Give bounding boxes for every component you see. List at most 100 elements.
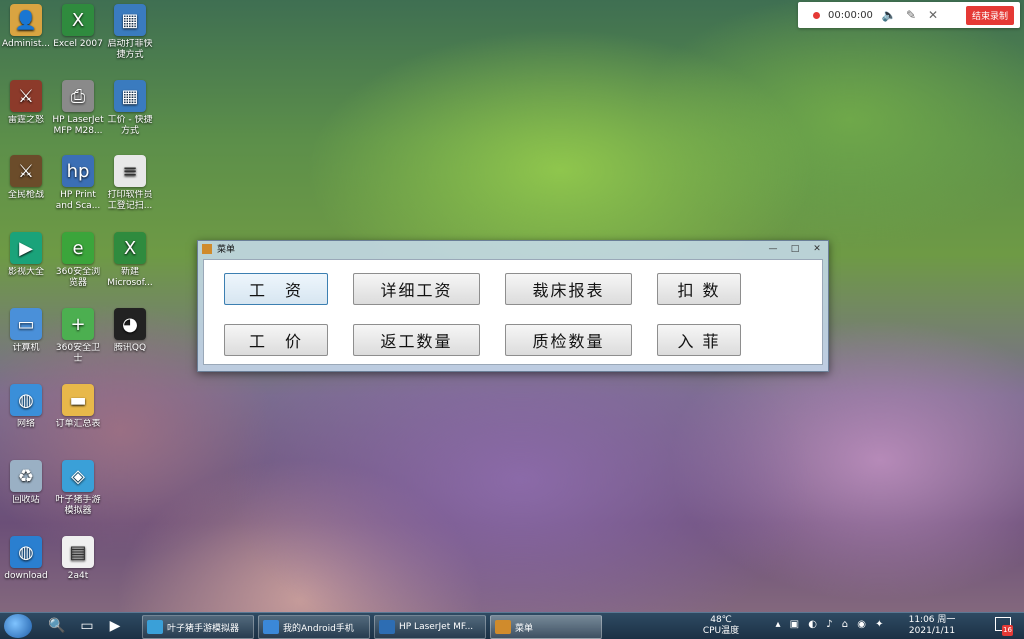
emulator-icon [147,620,163,634]
desktop-shortcut[interactable]: hp HP Print and Sca... [52,155,104,212]
desktop-shortcut-label: 启动打菲快捷方式 [107,39,153,60]
desktop-shortcut-label: 2a4t [67,571,89,581]
desktop-shortcut-label: Excel 2007 [53,39,103,49]
printer-icon: ⎙ [62,80,94,112]
screen-recorder-bar: 00:00:00 🔈 ✎ ✕ 结束录制 [798,2,1020,28]
notification-icon[interactable]: 16 [990,617,1016,636]
cutting-report-button[interactable]: 裁床报表 [505,273,632,305]
taskbar-item-label: 我的Android手机 [283,623,354,634]
file-icon: ▤ [62,536,94,568]
start-button[interactable] [4,614,32,638]
unit-price-button[interactable]: 工 价 [224,324,328,356]
wage-detail-button[interactable]: 详细工资 [353,273,480,305]
media-player-icon[interactable]: ▶ [104,616,126,636]
document-icon: ≡ [114,155,146,187]
clock[interactable]: 11:06 周一 2021/1/11 [904,615,960,637]
desktop-shortcut[interactable]: +360安全卫士 [52,308,104,365]
excel-doc-icon: X [114,232,146,264]
desktop-shortcut[interactable]: ⚔ 全民枪战 [0,155,52,201]
app-window-icon [495,620,511,634]
window-titlebar[interactable]: 菜单 — □ ✕ [198,241,828,256]
globe-icon: ◍ [10,536,42,568]
deduction-button[interactable]: 扣 数 [657,273,741,305]
clock-date: 2021/1/11 [908,626,956,636]
desktop-shortcut-label: 计算机 [12,343,40,353]
close-icon[interactable]: ✕ [922,8,944,22]
hp-icon [379,620,395,634]
qc-quantity-button[interactable]: 质检数量 [505,324,632,356]
desktop-shortcut[interactable]: ◍ download [0,536,52,582]
desktop-shortcut[interactable]: ♻ 回收站 [0,460,52,506]
temperature-label: CPU温度 [702,626,740,636]
app-icon [202,243,212,254]
rework-quantity-button[interactable]: 返工数量 [353,324,480,356]
desktop-shortcut-label: download [4,571,48,581]
close-window-icon[interactable]: ✕ [806,244,828,254]
cpu-temperature: 48℃ CPU温度 [698,615,744,637]
system-tray-icons[interactable]: ▴ ▣ ◐ ♪ ⌂ ◉ ✦ [766,619,896,630]
ticket-entry-button[interactable]: 入 菲 [657,324,741,356]
desktop-shortcut[interactable]: ▭ 计算机 [0,308,52,354]
desktop-shortcut[interactable]: X Excel 2007 [52,4,104,50]
desktop-shortcut-label: 腾讯QQ [113,343,147,353]
taskbar-item-hp[interactable]: HP LaserJet MF... [374,615,486,639]
desktop-shortcut-label: 雷霆之怒 [7,115,44,125]
window-client-area: 工 资 详细工资 裁床报表 扣 数 工 价 返工数量 质检数量 入 菲 [203,259,823,365]
desktop-shortcut-label: Administ... [2,39,50,49]
volume-icon[interactable]: 🔈 [878,8,900,22]
computer-icon: ▭ [10,308,42,340]
desktop-shortcut-label: 影视大全 [7,267,44,277]
user-folder-icon: 👤 [10,4,42,36]
excel-icon: X [62,4,94,36]
desktop-shortcut[interactable]: e 360安全浏览器 [52,232,104,289]
stop-recording-button[interactable]: 结束录制 [965,5,1014,25]
file-explorer-icon[interactable]: ▭ [76,616,98,636]
temperature-value: 48℃ [710,615,732,625]
desktop-shortcut-label: 叶子猪手游模拟器 [55,495,101,516]
desktop-shortcut-label: 全民枪战 [7,190,44,200]
taskbar-item-emulator[interactable]: 叶子猪手游模拟器 [142,615,254,639]
taskbar: 🔍 ▭ ▶ 叶子猪手游模拟器 我的Android手机 HP LaserJet M… [0,612,1024,639]
desktop-shortcut[interactable]: ◕ 腾讯QQ [104,308,156,354]
game-icon: ⚔ [10,80,42,112]
phone-icon [263,620,279,634]
shortcut-app-icon: ▦ [114,4,146,36]
mic-muted-icon[interactable]: ✎ [900,8,922,22]
desktop-shortcut[interactable]: ▦ 工价 - 快捷方式 [104,80,156,137]
recording-time: 00:00:00 [828,9,873,21]
taskbar-item-menu[interactable]: 菜单 [490,615,602,639]
minimize-icon[interactable]: — [762,244,784,254]
desktop-shortcut[interactable]: ◍ 网络 [0,384,52,430]
desktop-shortcut[interactable]: ⎙ HP LaserJet MFP M28... [52,80,104,137]
desktop-shortcut[interactable]: ▦ 启动打菲快捷方式 [104,4,156,61]
desktop-shortcut[interactable]: ≡ 打印软件员工登记扫... [104,155,156,212]
taskbar-item-label: 菜单 [515,623,534,634]
desktop-shortcut[interactable]: ▶ 影视大全 [0,232,52,278]
qq-icon: ◕ [114,308,146,340]
desktop-shortcut[interactable]: ▤ 2a4t [52,536,104,582]
maximize-icon[interactable]: □ [784,244,806,254]
recording-indicator-icon [813,11,820,19]
video-icon: ▶ [10,232,42,264]
desktop-shortcut-label: 网络 [16,419,35,429]
shortcut-app-icon: ▦ [114,80,146,112]
desktop-shortcut[interactable]: X 新建 Microsof... [104,232,156,289]
desktop-shortcut-label: 新建 Microsof... [107,267,153,288]
search-icon[interactable]: 🔍 [46,616,68,636]
desktop-shortcut[interactable]: 👤 Administ... [0,4,52,50]
desktop-shortcut[interactable]: ⚔ 雷霆之怒 [0,80,52,126]
taskbar-item-label: HP LaserJet MF... [399,622,474,632]
notification-badge: 16 [1002,625,1013,636]
desktop-shortcut-label: HP Print and Sca... [55,190,101,211]
taskbar-item-label: 叶子猪手游模拟器 [167,623,240,634]
desktop-shortcut[interactable]: ◈ 叶子猪手游模拟器 [52,460,104,517]
desktop-shortcut-label: 360安全卫士 [55,343,101,364]
desktop-shortcut-label: 回收站 [12,495,40,505]
desktop-shortcut-label: 360安全浏览器 [55,267,101,288]
desktop-shortcut[interactable]: ▬ 订单汇总表 [52,384,104,430]
taskbar-item-android[interactable]: 我的Android手机 [258,615,370,639]
wage-button[interactable]: 工 资 [224,273,328,305]
browser-icon: e [62,232,94,264]
game-icon: ⚔ [10,155,42,187]
hp-scan-icon: hp [62,155,94,187]
